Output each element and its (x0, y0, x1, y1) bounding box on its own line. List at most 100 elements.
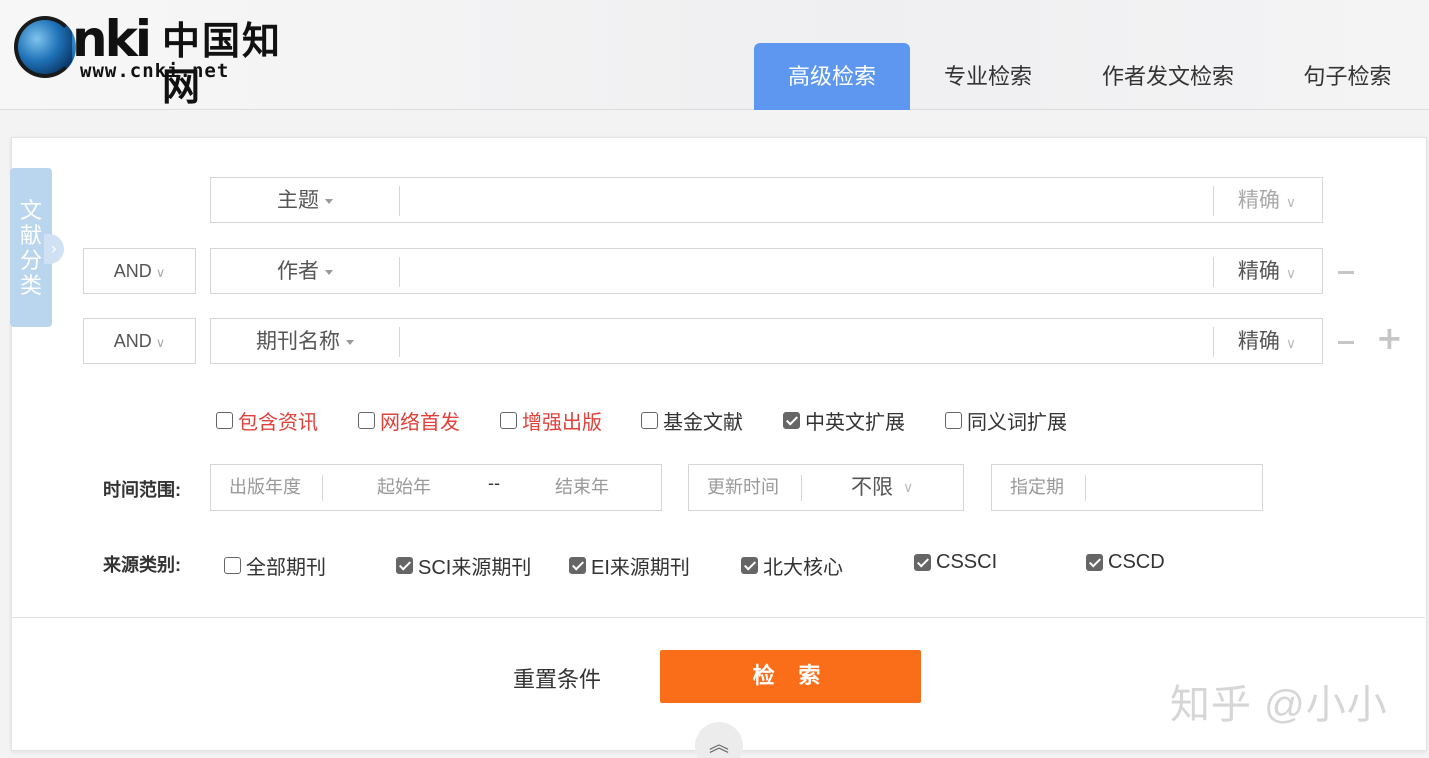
divider (801, 475, 802, 501)
option-label: 包含资讯 (238, 412, 318, 434)
remove-row-icon[interactable] (1338, 341, 1354, 344)
query-row-2: 作者 精确 ∨ (210, 248, 1323, 294)
checkbox-icon (358, 412, 375, 429)
match-select-3[interactable]: 精确 ∨ (1212, 319, 1322, 363)
logic-label: AND (113, 261, 152, 281)
remove-row-icon[interactable] (1338, 271, 1354, 274)
source-cscd[interactable]: CSCD (1086, 551, 1165, 574)
tab-professional-search[interactable]: 专业检索 (910, 43, 1066, 110)
divider (11, 617, 1425, 618)
match-label: 精确 (1237, 329, 1280, 353)
query-row-3: 期刊名称 精确 ∨ (210, 318, 1323, 364)
option-include-news[interactable]: 包含资讯 (216, 406, 318, 435)
watermark: 知乎 @小小 (1170, 683, 1388, 727)
search-button[interactable]: 检 索 (660, 650, 921, 703)
checkbox-icon (641, 412, 658, 429)
field-select-3[interactable]: 期刊名称 (211, 319, 399, 363)
chevron-down-icon: ∨ (155, 265, 166, 280)
logic-label: AND (113, 331, 152, 351)
tab-sentence-search[interactable]: 句子检索 (1270, 43, 1425, 110)
pub-year-label: 出版年度 (229, 477, 301, 497)
logic-select-3[interactable]: AND ∨ (83, 318, 196, 364)
search-type-tabs: 高级检索 专业检索 作者发文检索 句子检索 (754, 43, 1425, 110)
tab-advanced-search[interactable]: 高级检索 (754, 43, 910, 110)
field-select-2[interactable]: 作者 (211, 249, 399, 293)
logic-select-2[interactable]: AND ∨ (83, 248, 196, 294)
query-input-1[interactable] (401, 178, 1211, 222)
checkbox-checked-icon (569, 557, 586, 574)
match-select-2[interactable]: 精确 ∨ (1212, 249, 1322, 293)
option-label: 中英文扩展 (805, 412, 905, 434)
side-tab-char: 类 (19, 272, 42, 298)
checkbox-icon (500, 412, 517, 429)
field-select-label: 主题 (277, 188, 319, 212)
caret-down-icon (325, 198, 333, 204)
field-select-1[interactable]: 主题 (211, 178, 399, 222)
match-select-1[interactable]: 精确 ∨ (1212, 178, 1322, 222)
source-label: EI来源期刊 (591, 557, 690, 579)
pub-year-range: 出版年度 起始年 -- 结束年 (210, 464, 662, 511)
specified-period[interactable]: 指定期 (991, 464, 1263, 511)
chevron-down-icon: ∨ (903, 479, 914, 495)
time-range-label: 时间范围: (103, 480, 181, 500)
checkbox-checked-icon (1086, 554, 1103, 571)
tab-author-search[interactable]: 作者发文检索 (1066, 43, 1270, 110)
checkbox-checked-icon (783, 412, 800, 429)
source-sci[interactable]: SCI来源期刊 (396, 551, 531, 580)
option-label: 增强出版 (522, 412, 602, 434)
end-year-input[interactable]: 结束年 (555, 465, 609, 510)
checkbox-checked-icon (914, 554, 931, 571)
option-fund-literature[interactable]: 基金文献 (641, 406, 743, 435)
chevron-down-icon: ∨ (155, 335, 166, 350)
option-cn-en-expand[interactable]: 中英文扩展 (783, 406, 905, 435)
source-label: 北大核心 (763, 557, 843, 579)
source-all-journals[interactable]: 全部期刊 (224, 551, 326, 580)
divider (399, 327, 400, 357)
source-pku-core[interactable]: 北大核心 (741, 551, 843, 580)
source-cssci[interactable]: CSSCI (914, 551, 997, 574)
caret-down-icon (346, 339, 354, 345)
specified-period-label: 指定期 (1010, 477, 1064, 497)
chevron-down-icon: ∨ (1285, 266, 1297, 282)
side-tab-char: 献 (19, 222, 42, 248)
chevron-down-icon: ∨ (1285, 195, 1297, 211)
checkbox-checked-icon (396, 557, 413, 574)
query-row-1: 主题 精确 ∨ (210, 177, 1323, 223)
divider (1085, 475, 1086, 501)
option-online-first[interactable]: 网络首发 (358, 406, 460, 435)
checkbox-icon (216, 412, 233, 429)
option-label: 网络首发 (380, 412, 460, 434)
checkbox-checked-icon (741, 557, 758, 574)
start-year-input[interactable]: 起始年 (377, 465, 431, 510)
update-time-select[interactable]: 更新时间 不限 ∨ (688, 464, 964, 511)
checkbox-icon (945, 412, 962, 429)
field-select-label: 期刊名称 (256, 329, 340, 353)
logo-url: www.cnki.net (80, 60, 230, 82)
query-input-3[interactable] (401, 319, 1211, 363)
source-label: CSCD (1108, 551, 1165, 573)
chevron-down-icon: ∨ (1285, 336, 1297, 352)
update-time-label: 更新时间 (707, 477, 779, 497)
field-select-label: 作者 (277, 259, 319, 283)
match-label: 精确 (1237, 188, 1280, 212)
source-ei[interactable]: EI来源期刊 (569, 551, 690, 580)
cnki-logo[interactable]: nki 中国知网 www.cnki.net (14, 10, 304, 109)
add-row-icon[interactable]: + (1376, 322, 1403, 354)
option-label: 同义词扩展 (967, 412, 1067, 434)
source-category-label: 来源类别: (103, 555, 181, 575)
query-input-2[interactable] (401, 249, 1211, 293)
globe-icon (14, 16, 76, 78)
divider (399, 257, 400, 287)
source-label: 全部期刊 (246, 557, 326, 579)
source-label: SCI来源期刊 (418, 557, 532, 579)
range-dash: -- (488, 473, 500, 493)
update-time-value: 不限 (851, 476, 893, 499)
option-label: 基金文献 (663, 412, 743, 434)
reset-button[interactable]: 重置条件 (513, 662, 601, 694)
option-enhanced-publish[interactable]: 增强出版 (500, 406, 602, 435)
divider (399, 186, 400, 216)
header-bar: nki 中国知网 www.cnki.net 高级检索 专业检索 作者发文检索 句… (0, 0, 1429, 110)
source-label: CSSCI (936, 551, 998, 573)
option-synonym-expand[interactable]: 同义词扩展 (945, 406, 1067, 435)
match-label: 精确 (1237, 259, 1280, 283)
